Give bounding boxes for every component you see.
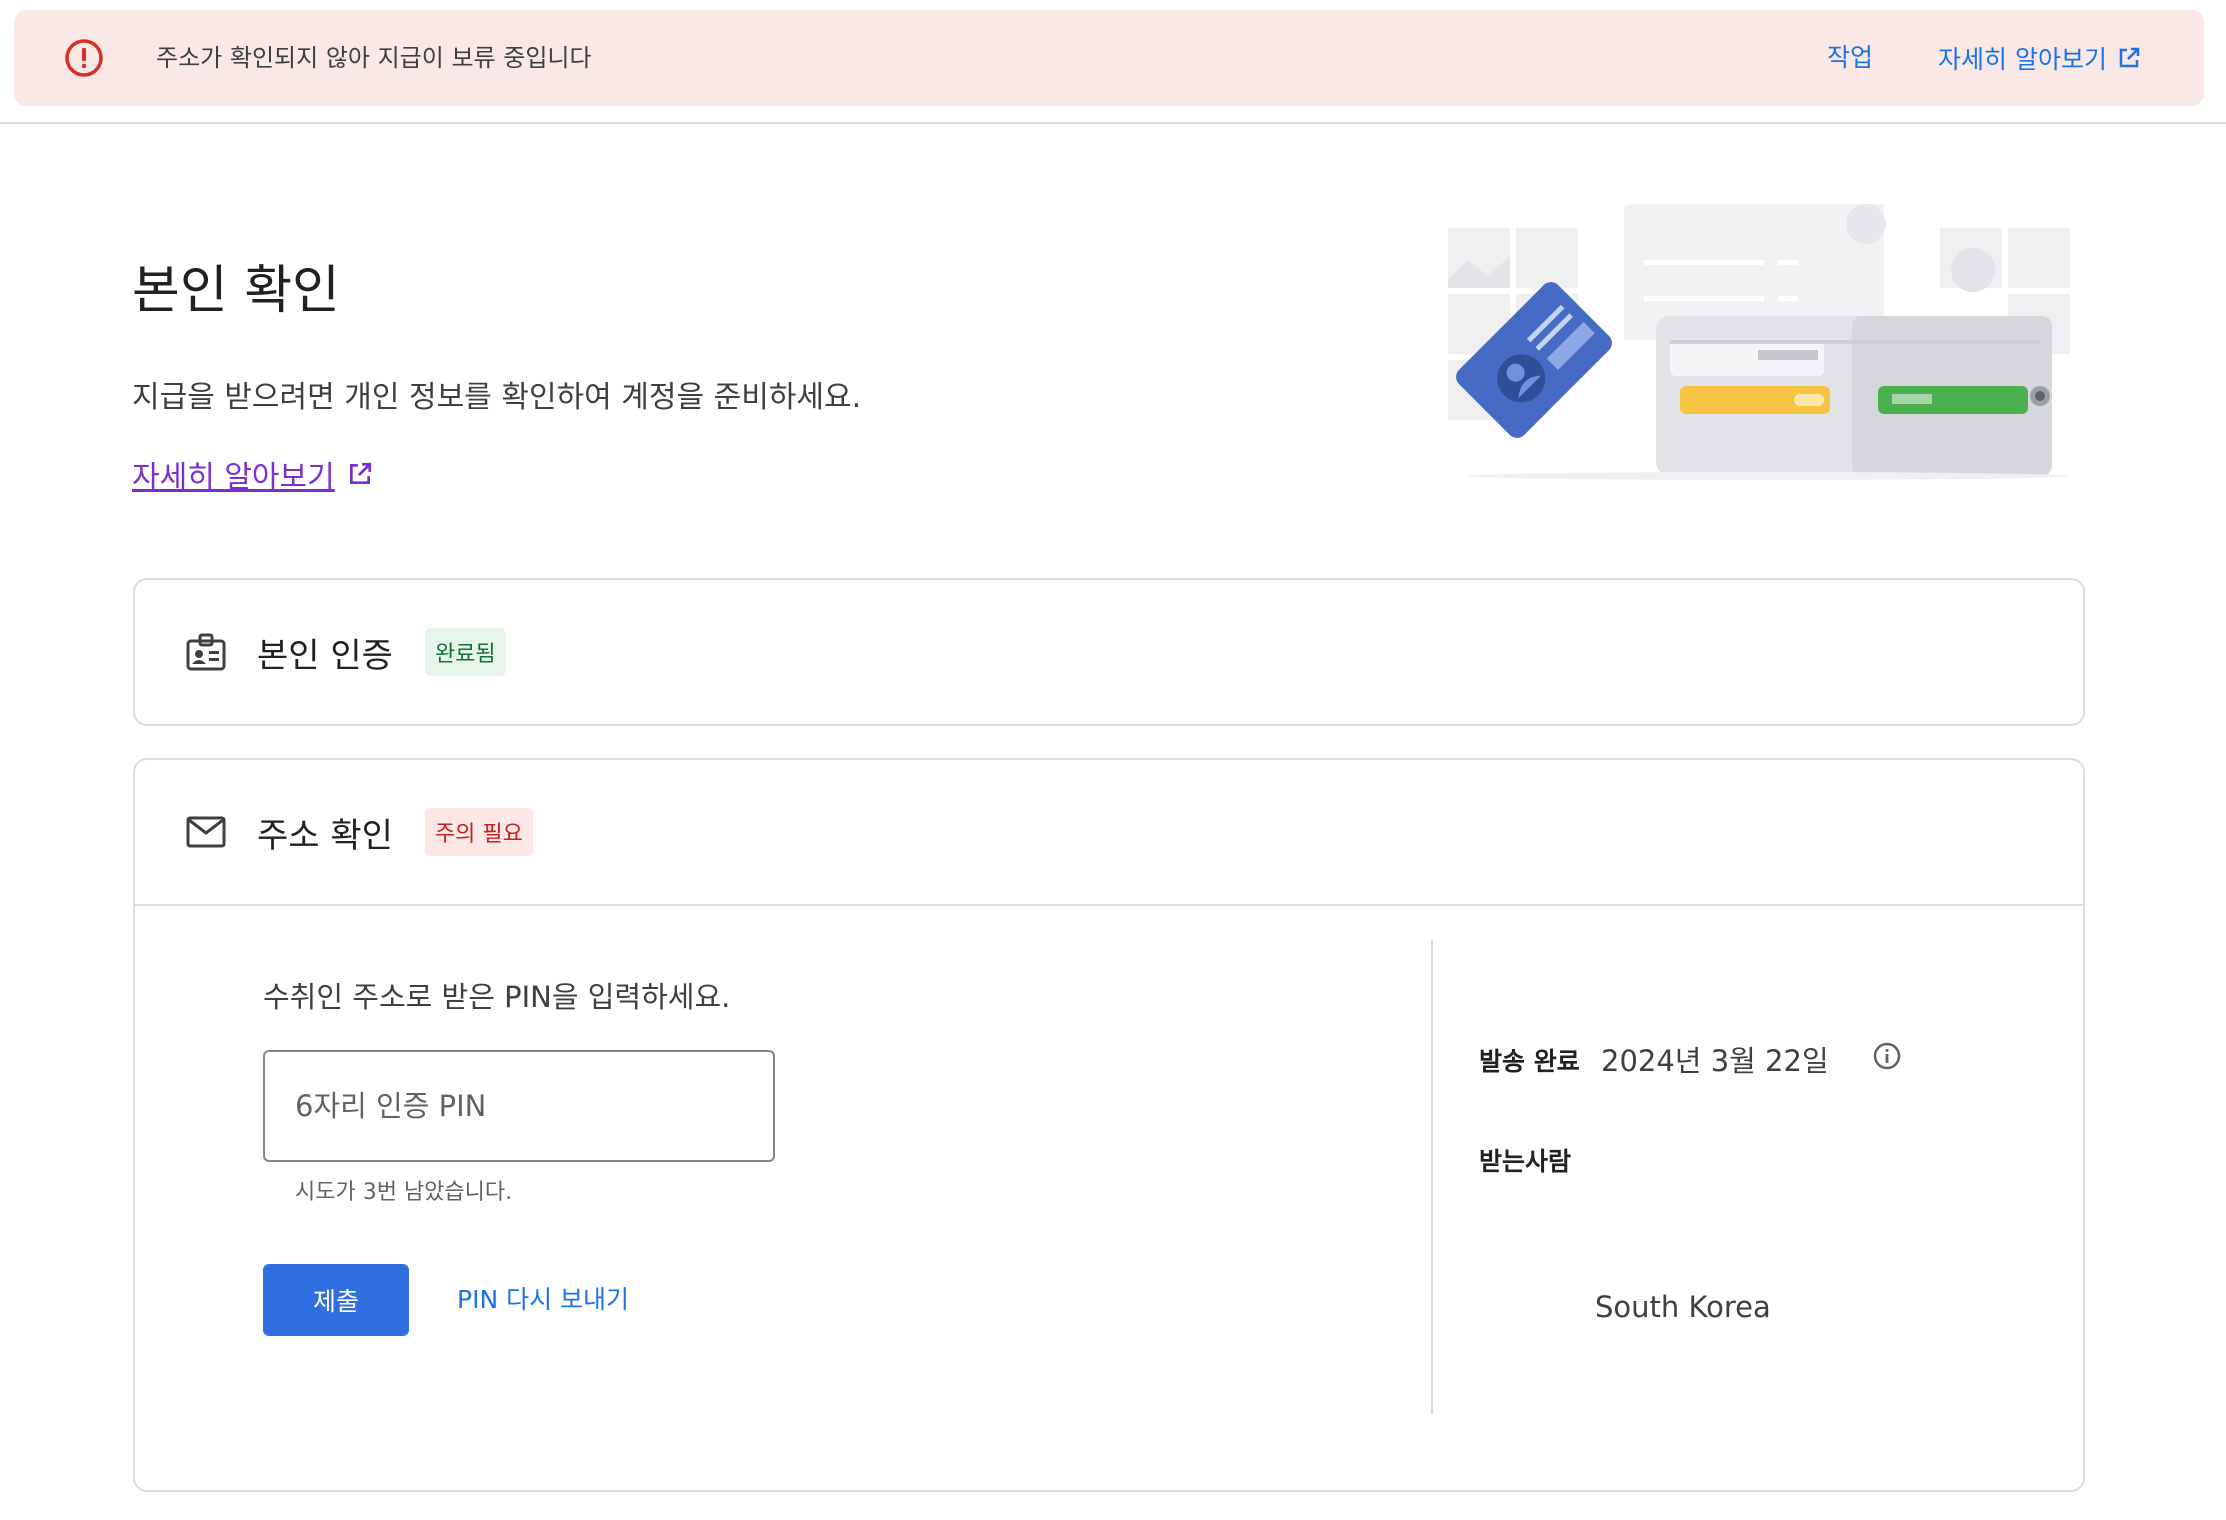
resend-pin-button[interactable]: PIN 다시 보내기 bbox=[457, 1264, 629, 1336]
address-card-header[interactable]: 주소 확인 주의 필요 bbox=[185, 760, 533, 904]
identity-card-header: 본인 인증 완료됨 bbox=[185, 580, 506, 724]
status-badge-attention: 주의 필요 bbox=[424, 808, 533, 856]
address-card-title: 주소 확인 bbox=[257, 815, 393, 856]
identity-verification-card[interactable]: 본인 인증 완료됨 bbox=[133, 578, 2085, 726]
external-link-icon bbox=[2119, 47, 2140, 68]
recipient-label: 받는사람 bbox=[1479, 1147, 1572, 1176]
learn-more-link[interactable]: 자세히 알아보기 bbox=[132, 452, 373, 496]
header-divider bbox=[0, 122, 2226, 124]
external-link-icon bbox=[349, 462, 371, 485]
mail-icon bbox=[186, 816, 226, 848]
page-title: 본인 확인 bbox=[132, 261, 340, 321]
pin-input[interactable] bbox=[263, 1050, 775, 1162]
recipient-country: South Korea bbox=[1595, 1290, 1771, 1324]
pin-prompt: 수취인 주소로 받은 PIN을 입력하세요. bbox=[263, 980, 731, 1014]
id-badge-icon bbox=[186, 633, 226, 671]
status-badge-completed: 완료됨 bbox=[424, 628, 506, 676]
banner-action-link[interactable]: 작업 bbox=[1827, 10, 1873, 106]
sent-label: 발송 완료 bbox=[1479, 1047, 1580, 1076]
identity-card-title: 본인 인증 bbox=[257, 635, 393, 676]
banner-learn-more-label: 자세히 알아보기 bbox=[1938, 45, 2107, 74]
sent-date: 2024년 3월 22일 bbox=[1601, 1044, 1829, 1078]
alert-banner: 주소가 확인되지 않아 지급이 보류 중입니다 작업 자세히 알아보기 bbox=[14, 10, 2204, 106]
address-verification-card: 주소 확인 주의 필요 수취인 주소로 받은 PIN을 입력하세요. 시도가 3… bbox=[133, 758, 2085, 1492]
attempts-hint: 시도가 3번 남았습니다. bbox=[295, 1180, 513, 1205]
learn-more-label: 자세히 알아보기 bbox=[132, 460, 335, 495]
banner-message: 주소가 확인되지 않아 지급이 보류 중입니다 bbox=[156, 44, 592, 72]
vertical-divider bbox=[1431, 940, 1433, 1414]
submit-button[interactable]: 제출 bbox=[263, 1264, 409, 1336]
banner-learn-more-link[interactable]: 자세히 알아보기 bbox=[1938, 10, 2141, 106]
wallet-illustration bbox=[1448, 204, 2070, 480]
error-circle-icon bbox=[65, 39, 103, 77]
page-subtitle: 지급을 받으려면 개인 정보를 확인하여 계정을 준비하세요. bbox=[132, 380, 862, 415]
info-icon[interactable] bbox=[1871, 1040, 1903, 1072]
card-divider bbox=[135, 904, 2083, 906]
